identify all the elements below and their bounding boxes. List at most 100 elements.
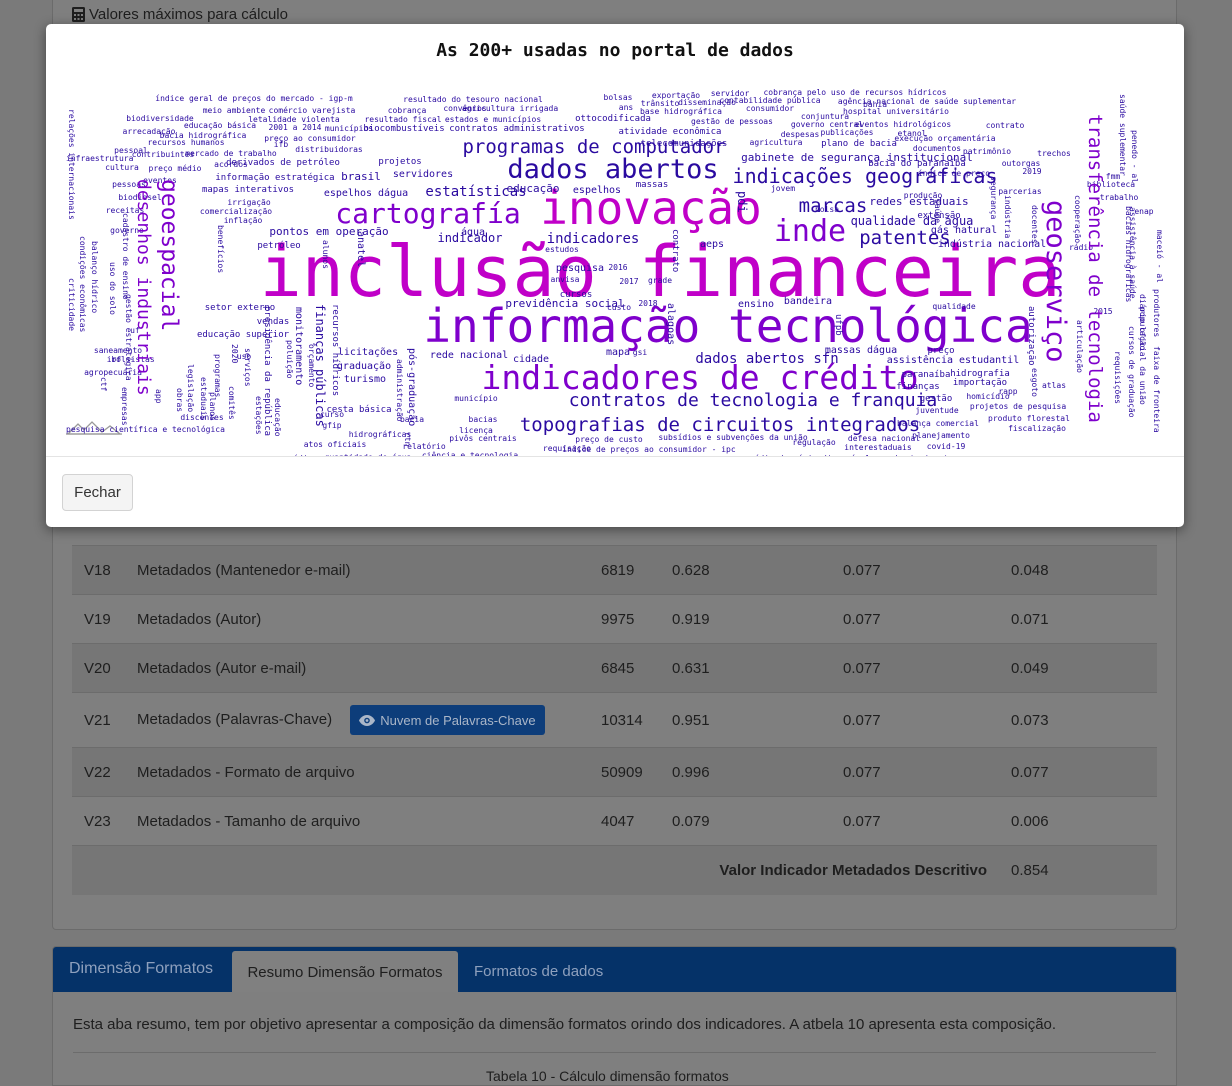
cloud-word: projetos de pesquisa bbox=[970, 402, 1067, 411]
row-value-a: 0.951 bbox=[660, 692, 831, 748]
cloud-word: pdi bbox=[735, 191, 749, 213]
word-cloud-button[interactable]: Nuvem de Palavras-Chave bbox=[350, 705, 545, 735]
total-label: Valor Indicador Metadados Descritivo bbox=[72, 845, 999, 895]
row-value-a: 0.628 bbox=[660, 545, 831, 595]
table-total-row: Valor Indicador Metadados Descritivo 0.8… bbox=[72, 845, 1157, 895]
row-name: Metadados (Autor) bbox=[125, 594, 589, 644]
cloud-word: contratos administrativos bbox=[449, 124, 584, 134]
cloud-word: transferência de tecnologia bbox=[1084, 114, 1106, 423]
cloud-word: defesa nacional bbox=[848, 434, 920, 443]
cloud-word: estudos bbox=[545, 245, 579, 254]
cloud-word: finanças bbox=[896, 382, 939, 392]
cloud-word: projetos bbox=[378, 157, 421, 167]
cloud-word: balanço hídrico bbox=[90, 241, 99, 313]
cloud-word: ans bbox=[619, 103, 634, 112]
row-value-a: 0.079 bbox=[660, 796, 831, 846]
calculator-icon bbox=[72, 7, 85, 22]
close-button[interactable]: Fechar bbox=[62, 474, 133, 511]
cloud-word: educação superior bbox=[197, 330, 290, 340]
cloud-word: fiscalização bbox=[1008, 424, 1066, 433]
cloud-word: saúde bbox=[933, 199, 942, 223]
cloud-word: ensino bbox=[738, 299, 774, 310]
cloud-word: comercialização bbox=[200, 207, 272, 216]
row-code: V18 bbox=[72, 545, 125, 595]
cloud-word: bacias bbox=[469, 415, 498, 424]
cloud-word: bacia hidrográfica bbox=[160, 131, 247, 140]
cloud-word: relações internacionais bbox=[67, 109, 76, 220]
row-value-a: 0.919 bbox=[660, 594, 831, 644]
row-value-c: 0.071 bbox=[999, 594, 1157, 644]
cloud-word: informação estratégica bbox=[215, 172, 334, 183]
tab-summary[interactable]: Resumo Dimensão Formatos bbox=[232, 951, 458, 992]
word-cloud-button-label: Nuvem de Palavras-Chave bbox=[380, 712, 536, 728]
cloud-word: bandeira bbox=[784, 296, 832, 307]
cloud-word: vendas bbox=[257, 317, 290, 327]
cloud-word: pesquisa científica e tecnológica bbox=[66, 424, 225, 434]
cloud-word: poluição bbox=[285, 340, 294, 379]
cloud-word: requisição bbox=[543, 444, 591, 453]
cloud-word: estações bbox=[254, 396, 263, 435]
table-row: V18 Metadados (Mantenedor e-mail) 6819 0… bbox=[72, 545, 1157, 595]
cloud-word: derivados de petróleo bbox=[226, 157, 340, 168]
cloud-word: qualidade bbox=[932, 302, 976, 311]
row-value-b: 0.077 bbox=[831, 545, 999, 595]
cloud-word: aeps bbox=[700, 239, 724, 250]
cloud-word: balança comercial bbox=[897, 419, 979, 428]
row-name-cell: Metadados (Palavras-Chave) Nuvem de Pala… bbox=[125, 692, 589, 748]
tab-description: Esta aba resumo, tem por objetivo aprese… bbox=[73, 1016, 1057, 1033]
cloud-word: bacia do paranaíba bbox=[868, 159, 966, 169]
cloud-word: base hidrográfica bbox=[640, 107, 722, 116]
row-code: V19 bbox=[72, 594, 125, 644]
cloud-word: rtn bbox=[403, 432, 412, 447]
cloud-word: rapp bbox=[998, 387, 1017, 396]
cloud-word: município bbox=[454, 394, 498, 403]
cloud-word: docentes bbox=[1030, 205, 1039, 244]
cloud-word: comitês bbox=[227, 386, 237, 420]
cloud-word: graduação bbox=[337, 361, 391, 372]
row-value-c: 0.048 bbox=[999, 545, 1157, 595]
cloud-word: pós-graduação bbox=[406, 348, 418, 426]
cloud-word: educação bbox=[273, 398, 282, 437]
cloud-word: gestão estratégica bbox=[124, 294, 134, 381]
word-cloud: inclusão financeirainformação tecnológic… bbox=[66, 88, 1165, 456]
cloud-word: cadastro de ensino bbox=[121, 213, 130, 300]
cloud-word: comércio varejista bbox=[269, 105, 356, 115]
table-row: V20 Metadados (Autor e-mail) 6845 0.631 … bbox=[72, 643, 1157, 693]
cloud-word: educação básica bbox=[184, 121, 256, 130]
row-code: V22 bbox=[72, 747, 125, 797]
cloud-word: contrato bbox=[986, 121, 1025, 130]
cloud-word: anatel bbox=[355, 231, 366, 267]
cloud-word: cursos de graduação bbox=[1127, 326, 1136, 418]
cloud-word: gestão de pessoas bbox=[691, 117, 773, 126]
cloud-word: preço bbox=[927, 346, 954, 356]
cloud-word: preço de custo bbox=[575, 435, 643, 444]
cloud-word: irrigação bbox=[227, 198, 271, 207]
cloud-word: recursos hídricos bbox=[330, 304, 340, 396]
cloud-word: estaduais bbox=[199, 377, 208, 421]
modal-body: As 200+ usadas no portal de dados inclus… bbox=[46, 24, 1184, 456]
cloud-word: penedo - al bbox=[1130, 130, 1139, 183]
cloud-word: condições econômicas bbox=[78, 236, 88, 333]
cloud-word: cidade bbox=[513, 354, 549, 365]
cloud-word: interestaduais bbox=[844, 443, 912, 452]
cloud-word: legislação bbox=[186, 364, 195, 412]
row-name: Metadados (Autor e-mail) bbox=[125, 643, 589, 693]
cloud-word: espelhos dágua bbox=[324, 187, 408, 199]
cloud-word: meio ambiente bbox=[203, 106, 266, 115]
table-caption: Tabela 10 - Cálculo dimensão formatos bbox=[486, 1068, 729, 1084]
cloud-word: biocombustíveis bbox=[363, 124, 444, 134]
table-row: V19 Metadados (Autor) 9975 0.919 0.077 0… bbox=[72, 594, 1157, 644]
cloud-word: app bbox=[154, 389, 163, 404]
cloud-word: preço ao consumidor bbox=[264, 134, 356, 143]
cloud-word: empresas bbox=[120, 387, 129, 426]
cloud-word: criticidade bbox=[67, 278, 76, 331]
table-row: V22 Metadados - Formato de arquivo 50909… bbox=[72, 747, 1157, 797]
cloud-word: distribuidoras bbox=[295, 145, 363, 154]
row-name: Metadados (Mantenedor e-mail) bbox=[125, 545, 589, 595]
cloud-word: mercado de trabalho bbox=[185, 149, 277, 158]
cloud-word: geoespacial bbox=[156, 179, 182, 331]
tab-data-formats[interactable]: Formatos de dados bbox=[474, 963, 603, 980]
cloud-word: pontos em operação bbox=[269, 225, 388, 238]
cloud-word: gestão bbox=[920, 394, 953, 404]
cloud-word: contrato bbox=[670, 229, 680, 272]
